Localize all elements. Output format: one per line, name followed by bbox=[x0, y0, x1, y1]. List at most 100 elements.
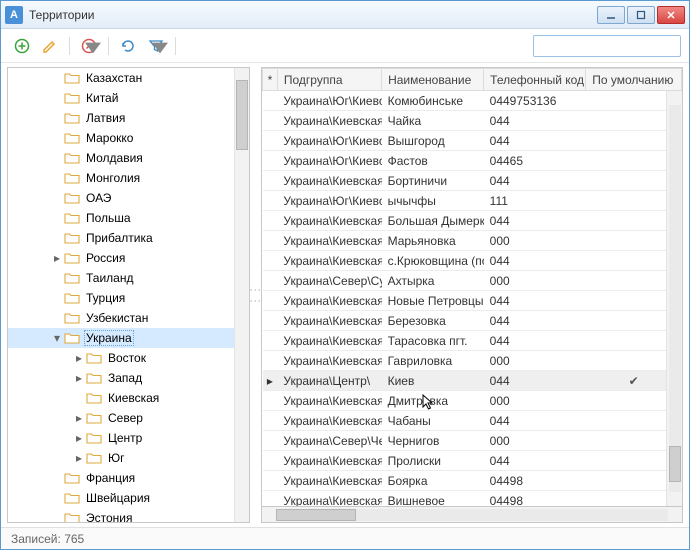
cell-name[interactable]: Марьяновка bbox=[382, 231, 484, 251]
filter-button[interactable] bbox=[143, 33, 169, 59]
cell-subgroup[interactable]: Украина\Юг\Киевская bbox=[277, 131, 381, 151]
cell-name[interactable]: Гавриловка bbox=[382, 351, 484, 371]
col-header-subgroup[interactable]: Подгруппа bbox=[277, 69, 381, 91]
splitter[interactable]: ⋮⋮ bbox=[252, 63, 259, 527]
tree-item[interactable]: ▸Восток bbox=[8, 348, 234, 368]
cell-phone[interactable]: 04465 bbox=[484, 151, 586, 171]
expand-icon[interactable]: ▸ bbox=[72, 351, 86, 365]
tree[interactable]: КазахстанКитайЛатвияМароккоМолдавияМонго… bbox=[8, 68, 249, 522]
cell-subgroup[interactable]: Украина\Север\Черниговская bbox=[277, 431, 381, 451]
cell-phone[interactable]: 044 bbox=[484, 311, 586, 331]
tree-item[interactable]: Прибалтика bbox=[8, 228, 234, 248]
refresh-button[interactable] bbox=[115, 33, 141, 59]
tree-item[interactable]: Франция bbox=[8, 468, 234, 488]
collapse-icon[interactable]: ▾ bbox=[50, 331, 64, 345]
cell-name[interactable]: Дмитровка bbox=[382, 391, 484, 411]
edit-button[interactable] bbox=[37, 33, 63, 59]
cell-name[interactable]: Вышгород bbox=[382, 131, 484, 151]
expand-icon[interactable]: ▸ bbox=[72, 431, 86, 445]
tree-item[interactable]: Китай bbox=[8, 88, 234, 108]
cell-name[interactable]: Березовка bbox=[382, 311, 484, 331]
cell-subgroup[interactable]: Украина\Юг\Киевская bbox=[277, 191, 381, 211]
tree-item[interactable]: ▸Юг bbox=[8, 448, 234, 468]
row-selector[interactable] bbox=[263, 291, 278, 311]
cell-subgroup[interactable]: Украина\Киевская bbox=[277, 351, 381, 371]
cell-name[interactable]: Новые Петровцы bbox=[382, 291, 484, 311]
cell-subgroup[interactable]: Украина\Киевская bbox=[277, 291, 381, 311]
tree-item[interactable]: Латвия bbox=[8, 108, 234, 128]
cell-name[interactable]: ычычфы bbox=[382, 191, 484, 211]
cell-subgroup[interactable]: Украина\Юг\Киевская bbox=[277, 91, 381, 111]
col-header-name[interactable]: Наименование bbox=[382, 69, 484, 91]
row-selector[interactable] bbox=[263, 351, 278, 371]
cell-subgroup[interactable]: Украина\Киевская bbox=[277, 491, 381, 508]
cell-phone[interactable]: 000 bbox=[484, 271, 586, 291]
cell-phone[interactable]: 044 bbox=[484, 251, 586, 271]
cell-name[interactable]: Тарасовка пгт. bbox=[382, 331, 484, 351]
expand-icon[interactable]: ▸ bbox=[72, 411, 86, 425]
row-selector[interactable] bbox=[263, 331, 278, 351]
cell-name[interactable]: Комюбинське bbox=[382, 91, 484, 111]
table-row[interactable]: Украина\КиевскаяЧабаны044 bbox=[263, 411, 682, 431]
table-row[interactable]: Украина\Киевскаяс.Крюковщина (посёлок)04… bbox=[263, 251, 682, 271]
table-row[interactable]: Украина\КиевскаяЧайка044 bbox=[263, 111, 682, 131]
row-selector[interactable] bbox=[263, 171, 278, 191]
table-row[interactable]: Украина\КиевскаяБерезовка044 bbox=[263, 311, 682, 331]
cell-name[interactable]: Пролиски bbox=[382, 451, 484, 471]
cell-name[interactable]: Киев bbox=[382, 371, 484, 391]
cell-phone[interactable]: 000 bbox=[484, 391, 586, 411]
row-selector[interactable] bbox=[263, 431, 278, 451]
tree-item[interactable]: Эстония bbox=[8, 508, 234, 522]
cell-subgroup[interactable]: Украина\Киевская bbox=[277, 251, 381, 271]
grid-hscrollbar[interactable] bbox=[261, 507, 683, 523]
table-row[interactable]: Украина\КиевскаяДмитровка000 bbox=[263, 391, 682, 411]
table-row[interactable]: Украина\КиевскаяБортиничи044 bbox=[263, 171, 682, 191]
tree-item[interactable]: ОАЭ bbox=[8, 188, 234, 208]
table-row[interactable]: Украина\Юг\КиевскаяКомюбинське0449753136 bbox=[263, 91, 682, 111]
cell-subgroup[interactable]: Украина\Центр\ bbox=[277, 371, 381, 391]
col-header-phone[interactable]: Телефонный код bbox=[484, 69, 586, 91]
cell-name[interactable]: Вишневое bbox=[382, 491, 484, 508]
cell-phone[interactable]: 04498 bbox=[484, 491, 586, 508]
cell-name[interactable]: Фастов bbox=[382, 151, 484, 171]
row-selector[interactable] bbox=[263, 231, 278, 251]
table-row[interactable]: Украина\Север\ЧерниговскаяЧернигов000 bbox=[263, 431, 682, 451]
cell-phone[interactable]: 04498 bbox=[484, 471, 586, 491]
scrollbar-thumb[interactable] bbox=[276, 509, 356, 521]
row-selector[interactable] bbox=[263, 271, 278, 291]
cell-phone[interactable]: 044 bbox=[484, 371, 586, 391]
table-row[interactable]: Украина\КиевскаяБоярка04498 bbox=[263, 471, 682, 491]
row-selector[interactable] bbox=[263, 491, 278, 508]
row-selector[interactable] bbox=[263, 111, 278, 131]
cell-subgroup[interactable]: Украина\Киевская bbox=[277, 331, 381, 351]
row-selector[interactable] bbox=[263, 151, 278, 171]
cell-phone[interactable]: 000 bbox=[484, 231, 586, 251]
tree-item[interactable]: Таиланд bbox=[8, 268, 234, 288]
cell-subgroup[interactable]: Украина\Юг\Киевская bbox=[277, 151, 381, 171]
cell-subgroup[interactable]: Украина\Киевская bbox=[277, 231, 381, 251]
table-row[interactable]: Украина\КиевскаяБольшая Дымерка044 bbox=[263, 211, 682, 231]
cell-phone[interactable]: 044 bbox=[484, 411, 586, 431]
cell-name[interactable]: с.Крюковщина (посёлок) bbox=[382, 251, 484, 271]
expand-icon[interactable]: ▸ bbox=[72, 371, 86, 385]
grid-vscrollbar[interactable] bbox=[666, 91, 682, 506]
tree-item[interactable]: ▸Запад bbox=[8, 368, 234, 388]
row-selector[interactable] bbox=[263, 411, 278, 431]
tree-item[interactable]: ▸Север bbox=[8, 408, 234, 428]
cell-subgroup[interactable]: Украина\Киевская bbox=[277, 451, 381, 471]
row-selector[interactable] bbox=[263, 91, 278, 111]
tree-item[interactable]: Швейцария bbox=[8, 488, 234, 508]
cell-phone[interactable]: 044 bbox=[484, 111, 586, 131]
search-box[interactable] bbox=[533, 35, 681, 57]
cell-subgroup[interactable]: Украина\Киевская bbox=[277, 391, 381, 411]
cell-subgroup[interactable]: Украина\Киевская bbox=[277, 171, 381, 191]
row-selector[interactable] bbox=[263, 251, 278, 271]
cell-subgroup[interactable]: Украина\Киевская bbox=[277, 411, 381, 431]
table-row[interactable]: Украина\КиевскаяНовые Петровцы044 bbox=[263, 291, 682, 311]
table-row[interactable]: Украина\Север\СумскаяАхтырка000 bbox=[263, 271, 682, 291]
row-selector[interactable] bbox=[263, 471, 278, 491]
cell-name[interactable]: Чайка bbox=[382, 111, 484, 131]
tree-item[interactable]: ▾Украина bbox=[8, 328, 234, 348]
row-selector[interactable] bbox=[263, 191, 278, 211]
expand-icon[interactable]: ▸ bbox=[50, 251, 64, 265]
